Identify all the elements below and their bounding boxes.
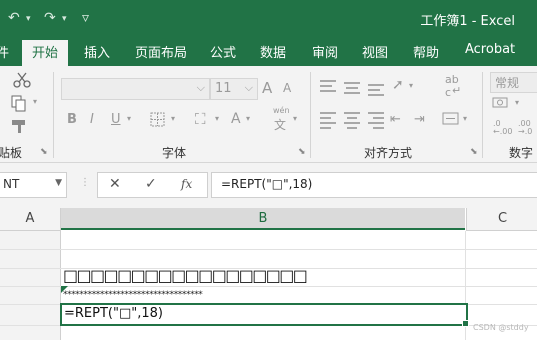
cell-b-stars[interactable]: **********************************: [61, 287, 465, 304]
ribbon-tabs: 件 开始 插入 页面布局 公式 数据 审阅 视图 帮助 Acrobat: [0, 36, 537, 68]
undo-icon[interactable]: ↶: [8, 10, 20, 26]
formula-text: =REPT("□",18): [221, 177, 313, 191]
name-box[interactable]: NT ▼: [0, 172, 67, 198]
font-name-dropdown[interactable]: ⌵: [61, 78, 210, 100]
accounting-dropdown-icon[interactable]: ▾: [515, 98, 519, 107]
name-box-dropdown-icon[interactable]: ▼: [55, 178, 62, 188]
borders-dropdown-icon[interactable]: ▾: [171, 114, 175, 123]
ribbon: ▾ 贴板 ⬊ ⌵ 11 ⌵ A A B I U ▾ ▾ ⛶ ▾ A ▾ wén …: [0, 66, 537, 163]
align-center-icon[interactable]: [344, 112, 360, 129]
tab-acrobat[interactable]: Acrobat: [465, 42, 515, 57]
increase-decimal-icon[interactable]: .0 ←.00: [493, 120, 517, 136]
number-format-value: 常规: [495, 76, 520, 90]
window-title: 工作簿1 - Excel: [420, 14, 515, 29]
tab-data[interactable]: 数据: [260, 42, 286, 61]
underline-dropdown-icon[interactable]: ▾: [127, 114, 131, 123]
align-left-icon[interactable]: [320, 112, 336, 129]
decrease-font-size-icon[interactable]: A: [283, 81, 291, 95]
cancel-icon[interactable]: ✕: [109, 176, 121, 192]
number-format-dropdown[interactable]: 常规: [490, 72, 537, 93]
chevron-down-icon: ⌵: [244, 81, 253, 94]
middle-align-icon[interactable]: [344, 82, 360, 94]
wrap-arrow-icon: ↵: [452, 84, 462, 97]
accounting-format-icon[interactable]: [492, 96, 514, 110]
copy-icon[interactable]: [10, 94, 28, 112]
format-painter-icon[interactable]: [10, 118, 30, 134]
top-align-icon[interactable]: [320, 80, 336, 92]
enter-icon[interactable]: ✓: [145, 176, 157, 192]
formula-bar-grip[interactable]: ⋮: [80, 177, 90, 188]
active-cell-value: =REPT("□",18): [64, 306, 163, 321]
fill-color-icon[interactable]: ⛶: [195, 110, 206, 128]
group-divider: [53, 72, 54, 158]
decrease-indent-icon[interactable]: ⇤: [390, 112, 401, 127]
cut-icon[interactable]: [12, 72, 32, 88]
decrease-decimal-icon[interactable]: .00 →.0: [518, 120, 537, 136]
tab-home[interactable]: 开始: [22, 40, 69, 68]
tab-insert[interactable]: 插入: [84, 42, 110, 61]
increase-indent-icon[interactable]: ⇥: [414, 112, 425, 127]
cell-b-boxes[interactable]: □□□□□□□□□□□□□□□□□□: [61, 266, 465, 286]
active-cell[interactable]: =REPT("□",18): [60, 303, 468, 326]
tab-page-layout[interactable]: 页面布局: [135, 42, 187, 61]
merge-dropdown-icon[interactable]: ▾: [463, 114, 467, 123]
column-header-c[interactable]: C: [466, 208, 537, 231]
clipboard-group-label: 贴板: [0, 146, 23, 160]
bottom-align-icon[interactable]: [368, 84, 384, 96]
align-right-icon[interactable]: [368, 112, 384, 129]
insert-function-icon[interactable]: fx: [181, 177, 192, 191]
title-bar: ↶ ▾ ↷ ▾ ▿ 工作簿1 - Excel: [0, 0, 537, 36]
chevron-down-icon: ⌵: [196, 81, 205, 94]
phonetic-guide-icon[interactable]: 文: [274, 116, 286, 133]
tab-view[interactable]: 视图: [362, 42, 388, 61]
phonetic-dropdown-icon[interactable]: ▾: [293, 114, 297, 123]
group-divider: [310, 72, 311, 158]
fill-color-dropdown-icon[interactable]: ▾: [215, 114, 219, 123]
formula-bar-area: NT ▼ ⋮ ✕ ✓ fx =REPT("□",18): [0, 163, 537, 208]
undo-dropdown-icon[interactable]: ▾: [26, 14, 31, 24]
tab-formulas[interactable]: 公式: [210, 42, 236, 61]
watermark: CSDN @stddy: [473, 323, 529, 332]
wrap-text-icon[interactable]: c: [445, 86, 451, 99]
formula-input[interactable]: =REPT("□",18): [211, 172, 537, 198]
group-divider: [482, 72, 483, 158]
redo-icon[interactable]: ↷: [44, 10, 56, 26]
increase-font-size-icon[interactable]: A: [262, 79, 272, 97]
underline-button[interactable]: U: [111, 112, 121, 127]
column-header-b[interactable]: B: [61, 208, 465, 230]
font-color-dropdown-icon[interactable]: ▾: [246, 114, 250, 123]
italic-button[interactable]: I: [90, 112, 94, 127]
column-header-a[interactable]: A: [0, 208, 61, 231]
number-group-label: 数字: [509, 146, 534, 160]
redo-dropdown-icon[interactable]: ▾: [62, 14, 67, 24]
font-launcher-icon[interactable]: ⬊: [298, 147, 306, 157]
font-size-dropdown[interactable]: 11 ⌵: [210, 78, 258, 100]
merge-center-icon[interactable]: [442, 112, 460, 126]
orientation-dropdown-icon[interactable]: ▾: [409, 81, 413, 90]
phonetic-wen-label: wén: [273, 106, 290, 115]
font-color-icon[interactable]: A: [231, 111, 241, 127]
fill-handle[interactable]: [462, 320, 469, 327]
tab-review[interactable]: 审阅: [312, 42, 338, 61]
orientation-icon[interactable]: ➚: [392, 77, 404, 93]
bold-button[interactable]: B: [67, 112, 77, 127]
borders-icon[interactable]: [150, 112, 166, 128]
tab-file[interactable]: 件: [0, 42, 9, 61]
clipboard-launcher-icon[interactable]: ⬊: [40, 147, 48, 157]
font-size-value: 11: [215, 81, 232, 96]
cell-b-boxes-value: □□□□□□□□□□□□□□□□□□: [63, 266, 308, 285]
cell-b-stars-value: **********************************: [63, 290, 203, 300]
font-group-label: 字体: [162, 146, 187, 160]
row-divider: [0, 249, 537, 250]
tab-help[interactable]: 帮助: [413, 42, 439, 61]
worksheet-grid: A B C □□□□□□□□□□□□□□□□□□ ***************…: [0, 208, 537, 340]
customize-quick-access-icon[interactable]: ▿: [82, 10, 89, 26]
copy-dropdown-icon[interactable]: ▾: [33, 97, 37, 106]
name-box-value: NT: [3, 177, 20, 191]
formula-buttons: ✕ ✓ fx: [97, 172, 208, 198]
alignment-group-label: 对齐方式: [364, 146, 413, 160]
alignment-launcher-icon[interactable]: ⬊: [470, 147, 478, 157]
